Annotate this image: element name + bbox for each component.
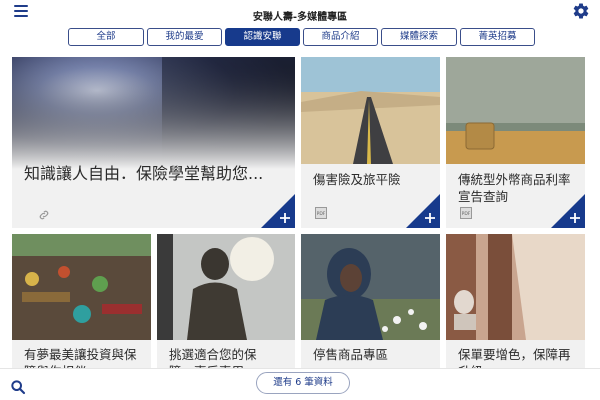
card-title: 挑選適合您的保障，事后專用 <box>169 347 257 368</box>
card-image-floating-market <box>12 234 151 340</box>
card-image-sunlit-room <box>446 234 585 340</box>
card-title: 停售商品專區 <box>313 347 389 362</box>
pdf-icon: PDF <box>460 207 472 219</box>
tab-all[interactable]: 全部 <box>68 28 144 46</box>
add-favorite-icon[interactable] <box>261 194 295 228</box>
card-image-man-sunset <box>157 234 295 340</box>
tab-favorites[interactable]: 我的最愛 <box>147 28 222 46</box>
svg-text:PDF: PDF <box>462 211 471 217</box>
tab-products[interactable]: 商品介紹 <box>303 28 378 46</box>
card-title: 保單要增色，保障再升級 <box>458 347 571 368</box>
gear-icon[interactable] <box>572 2 590 20</box>
content-card[interactable]: 保單要增色，保障再升級 <box>446 234 585 368</box>
pdf-icon: PDF <box>315 207 327 219</box>
search-icon[interactable] <box>10 379 26 395</box>
content-card[interactable]: 挑選適合您的保障，事后專用 <box>157 234 295 368</box>
tab-about-allianz[interactable]: 認識安聯 <box>225 28 300 46</box>
content-card[interactable]: 傳統型外幣商品利率宣告查詢 PDF <box>446 57 585 228</box>
content-card[interactable]: 傷害險及旅平險 PDF <box>301 57 440 228</box>
bottom-bar: 還有 6 筆資料 <box>0 368 600 400</box>
card-image-hooded-person <box>301 234 440 340</box>
app-title: 安聯人壽-多媒體專區 <box>252 12 348 23</box>
content-card[interactable]: 有夢最美讓投資與保障與你相伴 <box>12 234 151 368</box>
card-title: 有夢最美讓投資與保障與你相伴 <box>24 347 137 368</box>
top-bar: 安聯人壽-多媒體專區 <box>0 0 600 24</box>
card-title: 傷害險及旅平險 <box>313 172 401 187</box>
link-icon <box>39 210 49 220</box>
card-image-road <box>301 57 440 164</box>
card-title: 知識讓人自由．保險學堂幫助您... <box>24 164 264 183</box>
add-favorite-icon[interactable] <box>551 194 585 228</box>
load-more-button[interactable]: 還有 6 筆資料 <box>256 372 350 394</box>
card-image-hay-bale <box>446 57 585 164</box>
tab-recruit[interactable]: 菁英招募 <box>460 28 535 46</box>
card-image-lens <box>12 57 295 169</box>
content-card[interactable]: 停售商品專區 <box>301 234 440 368</box>
add-favorite-icon[interactable] <box>406 194 440 228</box>
tab-media[interactable]: 媒體探索 <box>381 28 457 46</box>
svg-text:PDF: PDF <box>317 211 326 217</box>
content-card[interactable]: 知識讓人自由．保險學堂幫助您... <box>12 57 295 228</box>
